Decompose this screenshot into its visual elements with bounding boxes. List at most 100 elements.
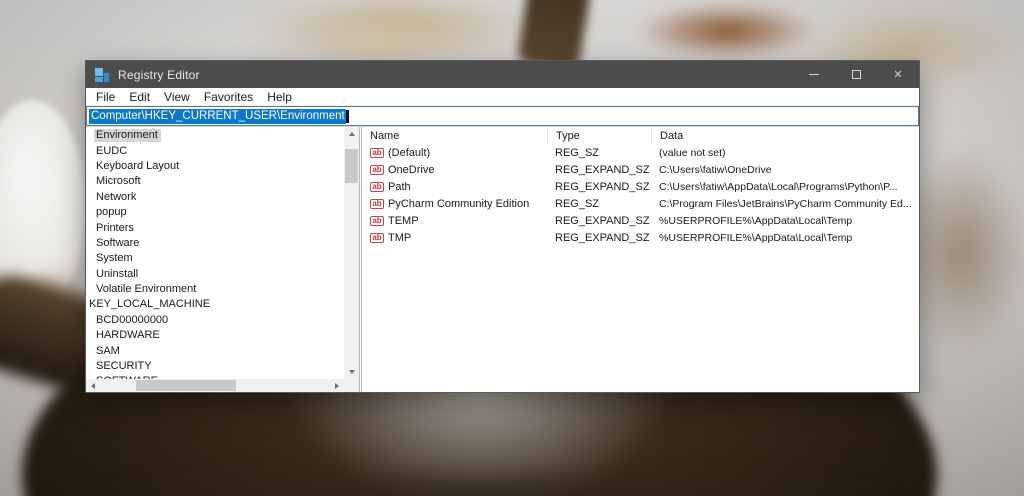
scroll-down-button[interactable] — [344, 365, 359, 379]
tree-vertical-scrollbar[interactable] — [344, 127, 359, 379]
value-name-cell: ab Path — [362, 181, 547, 193]
maximize-icon — [851, 70, 861, 79]
tree-item-sam[interactable]: SAM — [86, 343, 344, 358]
value-name: TMP — [388, 231, 412, 244]
tree-item-key-local-machine[interactable]: KEY_LOCAL_MACHINE — [86, 297, 344, 312]
tree-item-label: System — [96, 252, 133, 265]
value-name: (Default) — [388, 146, 431, 159]
menu-bar: File Edit View Favorites Help — [86, 88, 919, 106]
scroll-right-button[interactable] — [330, 379, 344, 392]
scroll-left-button[interactable] — [86, 379, 100, 392]
tree-item-eudc[interactable]: EUDC — [86, 143, 344, 158]
tree-item-label: Volatile Environment — [96, 283, 197, 296]
value-data: C:\Users\fatiw\AppData\Local\Programs\Py… — [659, 180, 898, 193]
scroll-left-icon — [91, 382, 95, 389]
close-icon: ✕ — [893, 69, 903, 81]
minimize-icon — [809, 74, 819, 75]
tree-item-keyboard-layout[interactable]: Keyboard Layout — [86, 159, 344, 174]
tree-item-label: popup — [96, 206, 127, 219]
value-row-pycharm-community-edition[interactable]: ab PyCharm Community Edition REG_SZ C:\Prog… — [362, 195, 919, 212]
value-name-cell: ab OneDrive — [362, 164, 547, 176]
tree-item-label: Microsoft — [96, 175, 141, 188]
tree-item-label: Environment — [94, 129, 161, 143]
tree-item-label: BCD00000000 — [96, 313, 169, 326]
tree-item-system[interactable]: System — [86, 251, 344, 266]
menu-item-file[interactable]: File — [89, 90, 122, 104]
tree-item-label: Printers — [96, 221, 134, 234]
tree-item-hardware[interactable]: HARDWARE — [86, 328, 344, 343]
tree-item-label: EUDC — [96, 144, 128, 157]
registry-tree-pane: Environment EUDC Keyboard Layout Microsoft N… — [86, 127, 359, 392]
value-row-tmp[interactable]: ab TMP REG_EXPAND_SZ %USERPROFILE%\AppData\… — [362, 229, 919, 246]
window-title: Registry Editor — [118, 67, 200, 82]
registry-editor-icon — [95, 67, 109, 82]
tree-item-environment[interactable]: Environment — [86, 128, 344, 143]
vertical-scroll-thumb[interactable] — [345, 149, 358, 183]
tree-item-printers[interactable]: Printers — [86, 220, 344, 235]
value-name-cell: ab (Default) — [362, 147, 547, 159]
value-row-temp[interactable]: ab TEMP REG_EXPAND_SZ %USERPROFILE%\AppData… — [362, 212, 919, 229]
value-name: TEMP — [388, 214, 419, 227]
tree-item-label: Network — [96, 190, 137, 203]
tree-item-microsoft[interactable]: Microsoft — [86, 174, 344, 189]
tree-item-software[interactable]: Software — [86, 236, 344, 251]
horizontal-scroll-thumb[interactable] — [136, 380, 236, 391]
scroll-up-icon — [348, 132, 355, 136]
value-row-path[interactable]: ab Path REG_EXPAND_SZ C:\Users\fatiw\AppDat… — [362, 178, 919, 195]
value-name: Path — [388, 180, 411, 193]
value-type: REG_SZ — [555, 197, 600, 210]
value-name-cell: ab TEMP — [362, 215, 547, 227]
column-header-name[interactable]: Name — [362, 127, 547, 144]
menu-item-edit[interactable]: Edit — [122, 90, 157, 104]
window-controls: ✕ — [793, 61, 919, 88]
tree-item-label: SECURITY — [96, 360, 152, 373]
tree-item-label: Uninstall — [96, 267, 139, 280]
values-list-pane: Name Type Data ab (Default) REG_SZ (value not… — [362, 127, 919, 392]
string-value-icon: ab — [370, 215, 384, 226]
title-bar[interactable]: Registry Editor ✕ — [86, 61, 919, 88]
column-header-data[interactable]: Data — [651, 127, 919, 144]
tree-item-label: Software — [96, 236, 140, 249]
value-name: PyCharm Community Edition — [388, 197, 530, 210]
string-value-icon: ab — [370, 147, 384, 158]
background-egg — [0, 100, 86, 312]
value-row-onedrive[interactable]: ab OneDrive REG_EXPAND_SZ C:\Users\fatiw\On… — [362, 161, 919, 178]
value-type: REG_SZ — [555, 146, 600, 159]
address-text-selected: Computer\HKEY_CURRENT_USER\Environment — [89, 108, 346, 124]
tree-item-security[interactable]: SECURITY — [86, 359, 344, 374]
tree-item-label: KEY_LOCAL_MACHINE — [89, 298, 211, 311]
close-button[interactable]: ✕ — [877, 61, 919, 88]
menu-item-help[interactable]: Help — [260, 90, 299, 104]
value-data: C:\Program Files\JetBrains\PyCharm Commu… — [659, 197, 912, 210]
tree-item-volatile-environment[interactable]: Volatile Environment — [86, 282, 344, 297]
tree-item-label: HARDWARE — [96, 329, 160, 342]
value-type: REG_EXPAND_SZ — [555, 180, 650, 193]
tree-item-bcd00000000[interactable]: BCD00000000 — [86, 313, 344, 328]
tree-item-uninstall[interactable]: Uninstall — [86, 267, 344, 282]
value-type: REG_EXPAND_SZ — [555, 231, 650, 244]
scroll-right-icon — [335, 382, 339, 389]
tree-item-label: SAM — [96, 344, 120, 357]
value-data: (value not set) — [659, 146, 726, 159]
list-body: ab (Default) REG_SZ (value not set) ab OneDri… — [362, 144, 919, 246]
value-data: C:\Users\fatiw\OneDrive — [659, 163, 772, 176]
menu-item-favorites[interactable]: Favorites — [197, 90, 260, 104]
string-value-icon: ab — [370, 164, 384, 175]
tree-list: Environment EUDC Keyboard Layout Microsoft N… — [86, 128, 344, 379]
value-row-default[interactable]: ab (Default) REG_SZ (value not set) — [362, 144, 919, 161]
string-value-icon: ab — [370, 198, 384, 209]
text-caret — [345, 109, 349, 123]
tree-item-popup[interactable]: popup — [86, 205, 344, 220]
scrollbar-corner — [344, 379, 359, 392]
maximize-button[interactable] — [835, 61, 877, 88]
scroll-up-button[interactable] — [344, 127, 359, 141]
address-bar[interactable]: Computer\HKEY_CURRENT_USER\Environment — [86, 106, 919, 126]
tree-item-network[interactable]: Network — [86, 190, 344, 205]
column-header-type[interactable]: Type — [547, 127, 651, 144]
minimize-button[interactable] — [793, 61, 835, 88]
list-header: Name Type Data — [362, 127, 919, 144]
tree-horizontal-scrollbar[interactable] — [86, 379, 344, 392]
background-bowl-shadow — [70, 468, 910, 496]
menu-item-view[interactable]: View — [157, 90, 197, 104]
value-name-cell: ab PyCharm Community Edition — [362, 198, 547, 210]
